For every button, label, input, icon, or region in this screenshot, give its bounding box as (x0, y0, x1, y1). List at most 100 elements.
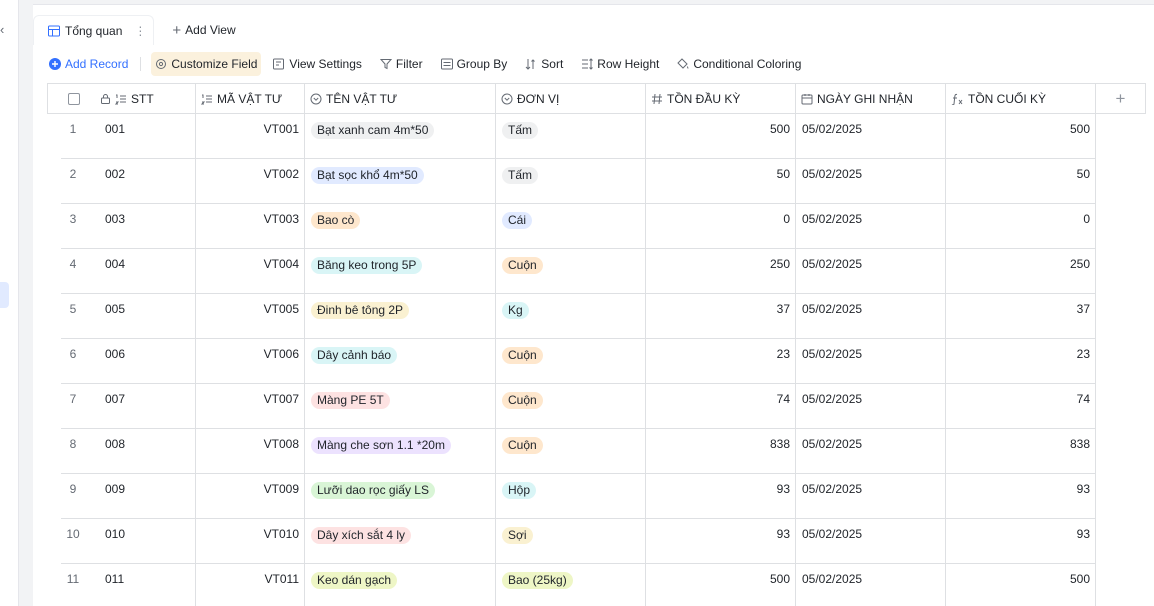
filter-button[interactable]: Filter (378, 52, 425, 76)
row-number[interactable]: 1 (47, 114, 99, 159)
cell-ton-dau-ky[interactable]: 93 (646, 519, 796, 564)
cell-ton-dau-ky[interactable]: 23 (646, 339, 796, 384)
cell-ton-cuoi-ky[interactable]: 23 (946, 339, 1096, 384)
cell-ten-vat-tu[interactable]: Dây xích sắt 4 ly (305, 519, 496, 564)
row-number[interactable]: 8 (47, 429, 99, 474)
add-record-button[interactable]: Add Record (47, 52, 130, 76)
column-header-ton-dau-ky[interactable]: TỒN ĐẦU KỲ (646, 83, 796, 114)
row-number[interactable]: 10 (47, 519, 99, 564)
cell-ngay-ghi-nhan[interactable]: 05/02/2025 (796, 114, 946, 159)
add-column-button[interactable]: + (1096, 83, 1146, 114)
cell-ten-vat-tu[interactable]: Màng che sơn 1.1 *20m (305, 429, 496, 474)
row-number[interactable]: 2 (47, 159, 99, 204)
cell-ton-cuoi-ky[interactable]: 37 (946, 294, 1096, 339)
cell-stt[interactable]: 006 (99, 339, 196, 384)
cell-don-vi[interactable]: Cái (496, 204, 646, 249)
cell-ma-vat-tu[interactable]: VT007 (196, 384, 305, 429)
cell-ton-dau-ky[interactable]: 838 (646, 429, 796, 474)
cell-stt[interactable]: 008 (99, 429, 196, 474)
cell-stt[interactable]: 005 (99, 294, 196, 339)
cell-don-vi[interactable]: Cuộn (496, 339, 646, 384)
select-all-checkbox[interactable] (68, 92, 80, 105)
cell-ma-vat-tu[interactable]: VT003 (196, 204, 305, 249)
row-number[interactable]: 7 (47, 384, 99, 429)
cell-ngay-ghi-nhan[interactable]: 05/02/2025 (796, 564, 946, 606)
cell-stt[interactable]: 011 (99, 564, 196, 606)
cell-ten-vat-tu[interactable]: Màng PE 5T (305, 384, 496, 429)
table-row[interactable]: 11 011 VT011 Keo dán gạch Bao (25kg) 500 05/02… (33, 564, 1146, 606)
cell-ma-vat-tu[interactable]: VT008 (196, 429, 305, 474)
table-row[interactable]: 7 007 VT007 Màng PE 5T Cuộn 74 05/02/2025 74 (33, 384, 1146, 429)
cell-ngay-ghi-nhan[interactable]: 05/02/2025 (796, 474, 946, 519)
cell-stt[interactable]: 009 (99, 474, 196, 519)
cell-ten-vat-tu[interactable]: Bao cò (305, 204, 496, 249)
column-header-ten-vat-tu[interactable]: TÊN VẬT TƯ (305, 83, 496, 114)
cell-ngay-ghi-nhan[interactable]: 05/02/2025 (796, 519, 946, 564)
sort-button[interactable]: Sort (523, 52, 565, 76)
table-row[interactable]: 6 006 VT006 Dây cảnh báo Cuộn 23 05/02/2025 23 (33, 339, 1146, 384)
cell-stt[interactable]: 004 (99, 249, 196, 294)
cell-don-vi[interactable]: Cuộn (496, 429, 646, 474)
column-header-stt[interactable]: STT (47, 83, 196, 114)
cell-don-vi[interactable]: Tấm (496, 159, 646, 204)
cell-ma-vat-tu[interactable]: VT001 (196, 114, 305, 159)
cell-stt[interactable]: 002 (99, 159, 196, 204)
row-number[interactable]: 11 (47, 564, 99, 606)
table-row[interactable]: 10 010 VT010 Dây xích sắt 4 ly Sợi 93 05/02/20… (33, 519, 1146, 564)
cell-stt[interactable]: 010 (99, 519, 196, 564)
cell-ma-vat-tu[interactable]: VT004 (196, 249, 305, 294)
table-row[interactable]: 8 008 VT008 Màng che sơn 1.1 *20m Cuộn 838 05/… (33, 429, 1146, 474)
cell-don-vi[interactable]: Cuộn (496, 384, 646, 429)
row-number[interactable]: 3 (47, 204, 99, 249)
tab-tong-quan[interactable]: Tổng quan ⋮ (33, 15, 155, 45)
cell-ton-dau-ky[interactable]: 500 (646, 114, 796, 159)
cell-ten-vat-tu[interactable]: Bạt sọc khổ 4m*50 (305, 159, 496, 204)
cell-don-vi[interactable]: Sợi (496, 519, 646, 564)
cell-ton-cuoi-ky[interactable]: 838 (946, 429, 1096, 474)
more-options-icon[interactable]: ⋮ (134, 24, 146, 38)
cell-ma-vat-tu[interactable]: VT002 (196, 159, 305, 204)
cell-ton-dau-ky[interactable]: 50 (646, 159, 796, 204)
cell-don-vi[interactable]: Kg (496, 294, 646, 339)
cell-ton-dau-ky[interactable]: 93 (646, 474, 796, 519)
cell-ten-vat-tu[interactable]: Dây cảnh báo (305, 339, 496, 384)
cell-ten-vat-tu[interactable]: Băng keo trong 5P (305, 249, 496, 294)
cell-ma-vat-tu[interactable]: VT006 (196, 339, 305, 384)
cell-ton-dau-ky[interactable]: 37 (646, 294, 796, 339)
cell-ngay-ghi-nhan[interactable]: 05/02/2025 (796, 204, 946, 249)
cell-ton-dau-ky[interactable]: 74 (646, 384, 796, 429)
column-header-don-vi[interactable]: ĐƠN VỊ (496, 83, 646, 114)
row-number[interactable]: 5 (47, 294, 99, 339)
cell-ten-vat-tu[interactable]: Keo dán gạch (305, 564, 496, 606)
cell-ton-dau-ky[interactable]: 0 (646, 204, 796, 249)
cell-don-vi[interactable]: Cuộn (496, 249, 646, 294)
column-header-ngay-ghi-nhan[interactable]: NGÀY GHI NHẬN (796, 83, 946, 114)
cell-stt[interactable]: 001 (99, 114, 196, 159)
column-header-ma-vat-tu[interactable]: MÃ VẬT TƯ (196, 83, 305, 114)
table-row[interactable]: 3 003 VT003 Bao cò Cái 0 05/02/2025 0 (33, 204, 1146, 249)
cell-ngay-ghi-nhan[interactable]: 05/02/2025 (796, 159, 946, 204)
column-header-ton-cuoi-ky[interactable]: TỒN CUỐI KỲ (946, 83, 1096, 114)
cell-ton-cuoi-ky[interactable]: 500 (946, 114, 1096, 159)
cell-stt[interactable]: 003 (99, 204, 196, 249)
cell-ton-cuoi-ky[interactable]: 250 (946, 249, 1096, 294)
cell-ton-cuoi-ky[interactable]: 50 (946, 159, 1096, 204)
cell-ten-vat-tu[interactable]: Lưỡi dao rọc giấy LS (305, 474, 496, 519)
conditional-coloring-button[interactable]: Conditional Coloring (675, 52, 803, 76)
table-row[interactable]: 5 005 VT005 Đinh bê tông 2P Kg 37 05/02/2025 37 (33, 294, 1146, 339)
cell-ton-cuoi-ky[interactable]: 500 (946, 564, 1096, 606)
view-settings-button[interactable]: View Settings (271, 52, 364, 76)
cell-stt[interactable]: 007 (99, 384, 196, 429)
table-row[interactable]: 2 002 VT002 Bạt sọc khổ 4m*50 Tấm 50 05/02/202… (33, 159, 1146, 204)
cell-ten-vat-tu[interactable]: Đinh bê tông 2P (305, 294, 496, 339)
cell-ngay-ghi-nhan[interactable]: 05/02/2025 (796, 294, 946, 339)
cell-ma-vat-tu[interactable]: VT005 (196, 294, 305, 339)
cell-ma-vat-tu[interactable]: VT010 (196, 519, 305, 564)
row-number[interactable]: 6 (47, 339, 99, 384)
cell-ma-vat-tu[interactable]: VT011 (196, 564, 305, 606)
row-number[interactable]: 4 (47, 249, 99, 294)
collapse-sidebar-icon[interactable]: ‹ (0, 22, 12, 38)
cell-ton-dau-ky[interactable]: 250 (646, 249, 796, 294)
cell-don-vi[interactable]: Tấm (496, 114, 646, 159)
cell-ngay-ghi-nhan[interactable]: 05/02/2025 (796, 429, 946, 474)
